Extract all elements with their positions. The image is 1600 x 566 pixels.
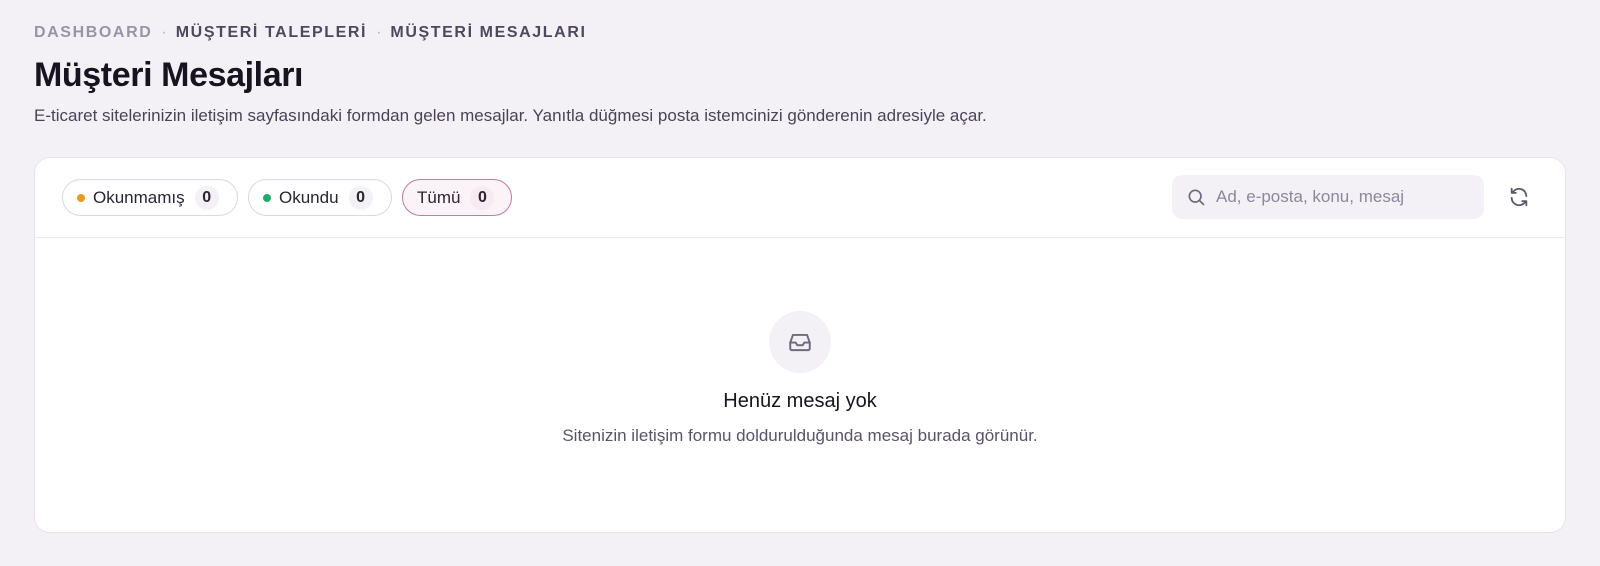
breadcrumb-item-dashboard[interactable]: DASHBOARD xyxy=(34,24,152,42)
search-box xyxy=(1172,175,1484,219)
filter-chip-label: Tümü xyxy=(417,187,461,207)
filter-chip-unread[interactable]: Okunmamış 0 xyxy=(62,179,238,216)
breadcrumb-item-customer-messages: MÜŞTERİ MESAJLARI xyxy=(390,24,587,41)
search-icon xyxy=(1188,189,1205,206)
filter-chip-label: Okunmamış xyxy=(93,187,185,207)
breadcrumb-separator: · xyxy=(376,24,382,41)
filter-chip-count: 0 xyxy=(194,185,219,210)
filter-chip-label: Okundu xyxy=(279,187,339,207)
breadcrumb-separator: · xyxy=(161,24,167,41)
empty-state-icon-circle xyxy=(769,311,831,373)
filter-chip-read[interactable]: Okundu 0 xyxy=(248,179,392,216)
messages-card: Okunmamış 0 Okundu 0 Tümü 0 Ad, e-posta,… xyxy=(34,157,1566,533)
messages-page: DASHBOARD · MÜŞTERİ TALEPLERİ · MÜŞTERİ … xyxy=(34,0,1566,566)
inbox-icon xyxy=(789,333,811,352)
empty-state-title: Henüz mesaj yok xyxy=(723,390,877,412)
filter-chip-count: 0 xyxy=(470,185,495,210)
empty-state-subtitle: Sitenizin iletişim formu doldurulduğunda… xyxy=(562,426,1038,445)
filter-chip-all[interactable]: Tümü 0 xyxy=(402,179,512,216)
empty-state: Henüz mesaj yok Sitenizin iletişim formu… xyxy=(35,237,1565,532)
refresh-button[interactable] xyxy=(1506,184,1532,210)
search-input[interactable] xyxy=(1216,187,1466,207)
breadcrumb-item-customer-requests[interactable]: MÜŞTERİ TALEPLERİ xyxy=(176,24,367,42)
read-status-dot xyxy=(263,193,271,202)
refresh-icon xyxy=(1510,187,1528,207)
messages-toolbar: Okunmamış 0 Okundu 0 Tümü 0 xyxy=(35,158,1565,238)
filter-chip-count: 0 xyxy=(348,185,373,210)
unread-status-dot xyxy=(77,193,85,202)
page-description: E-ticaret sitelerinizin iletişim sayfası… xyxy=(34,106,987,125)
page-title: Müşteri Mesajları xyxy=(34,56,304,94)
breadcrumb: DASHBOARD · MÜŞTERİ TALEPLERİ · MÜŞTERİ … xyxy=(34,24,587,42)
